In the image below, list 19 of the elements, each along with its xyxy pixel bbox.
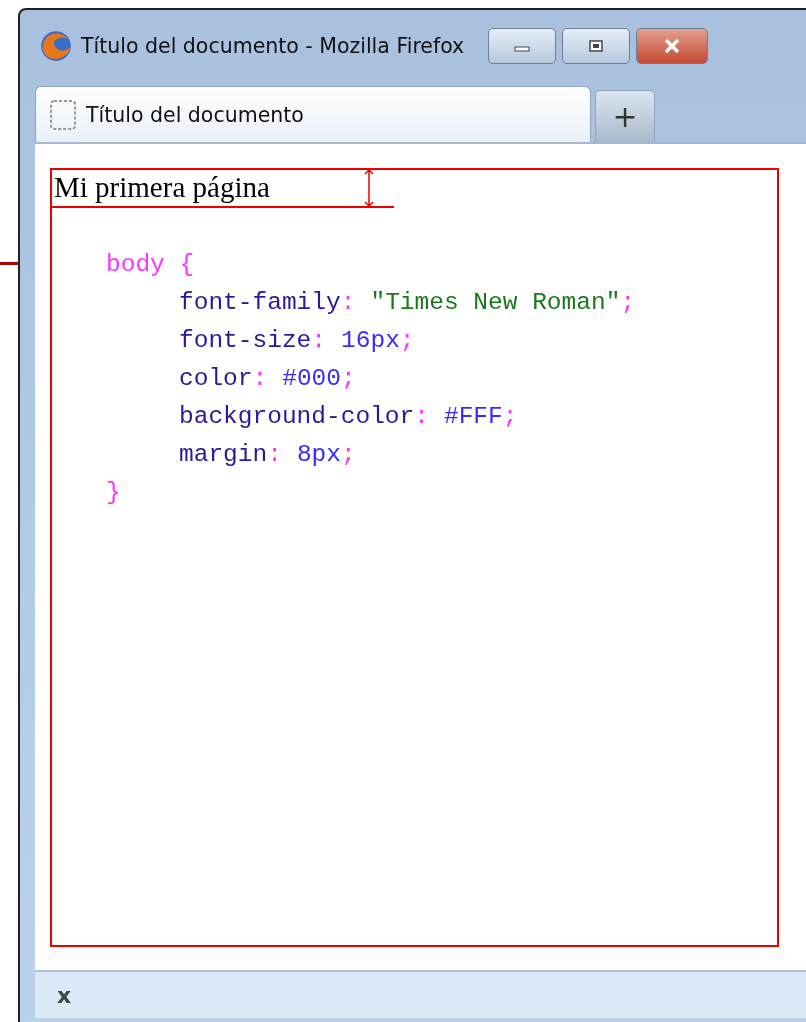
code-line: background-color: #FFF; xyxy=(178,402,519,432)
browser-logo-icon xyxy=(39,29,73,63)
code-line: margin: 8px; xyxy=(178,440,357,470)
code-line: font-family: "Times New Roman"; xyxy=(178,288,637,318)
restore-icon xyxy=(587,39,606,53)
code-line: color: #000; xyxy=(178,364,357,394)
code-line: font-size: 16px; xyxy=(178,326,416,356)
page-icon xyxy=(50,99,76,130)
code-line: } xyxy=(106,478,122,508)
code-line: body { xyxy=(106,250,196,280)
new-tab-button[interactable]: + xyxy=(595,90,655,142)
close-bar-button[interactable]: x xyxy=(53,982,76,1008)
maximize-button[interactable] xyxy=(562,28,631,64)
leader-line xyxy=(0,262,18,265)
minimize-button[interactable] xyxy=(488,28,557,64)
page-heading: Mi primera página xyxy=(53,170,270,204)
window-title: Título del documento - Mozilla Firefox xyxy=(81,34,465,58)
browser-tab[interactable]: Título del documento xyxy=(35,86,591,142)
close-button[interactable] xyxy=(636,28,709,64)
